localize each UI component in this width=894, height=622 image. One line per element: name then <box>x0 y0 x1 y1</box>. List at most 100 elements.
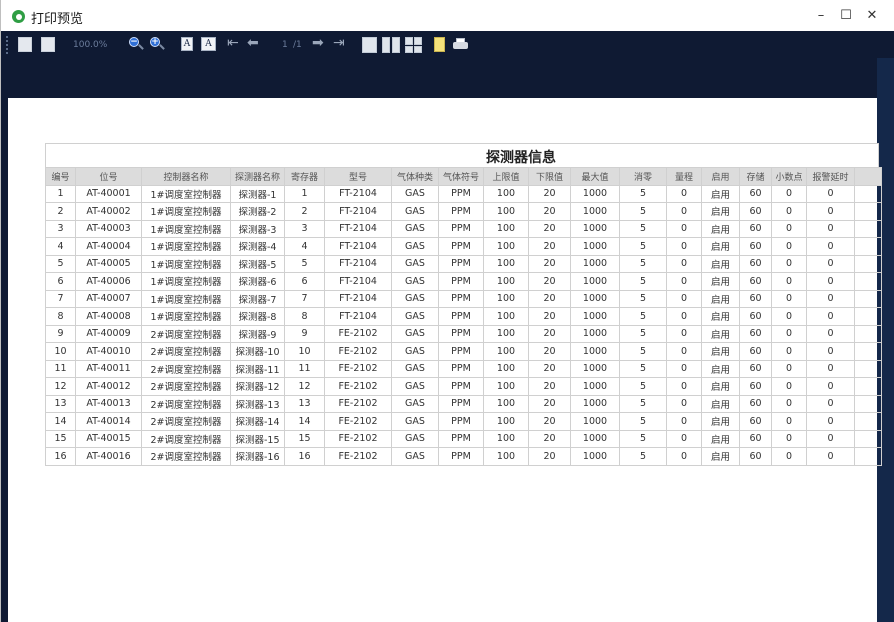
table-cell: PPM <box>438 429 484 448</box>
table-cell: 0 <box>771 237 807 256</box>
zoom-out-icon[interactable]: − <box>129 37 144 51</box>
first-page-icon[interactable]: ⇤ <box>227 35 239 51</box>
table-cell: 0 <box>771 359 807 378</box>
print-icon[interactable] <box>453 38 468 51</box>
single-page-icon[interactable] <box>362 37 377 53</box>
table-cell <box>854 342 882 361</box>
table-cell: GAS <box>391 237 439 256</box>
table-cell: 0 <box>666 447 702 466</box>
table-cell: 0 <box>806 412 855 431</box>
font-background-icon[interactable]: A <box>201 37 216 51</box>
table-cell: PPM <box>438 359 484 378</box>
table-cell: 14 <box>284 412 325 431</box>
next-page-icon[interactable]: ➡ <box>312 35 324 51</box>
table-cell <box>854 254 882 273</box>
table-cell: 0 <box>666 429 702 448</box>
table-cell: 0 <box>806 394 855 413</box>
table-cell: 0 <box>806 219 855 238</box>
table-cell: PPM <box>438 412 484 431</box>
table-cell: 0 <box>806 377 855 396</box>
previous-page-icon[interactable]: ⬅ <box>247 35 259 51</box>
title-bar: 打印预览 – ☐ ✕ <box>1 0 894 31</box>
table-cell: 5 <box>619 237 667 256</box>
table-cell: 5 <box>619 202 667 221</box>
table-cell: 探测器-6 <box>230 272 285 291</box>
table-cell: 5 <box>619 184 667 203</box>
table-cell: GAS <box>391 394 439 413</box>
table-cell: 0 <box>771 202 807 221</box>
table-cell: 0 <box>806 237 855 256</box>
two-pages-icon[interactable] <box>382 37 400 53</box>
table-cell: 启用 <box>701 202 740 221</box>
table-cell: 启用 <box>701 237 740 256</box>
current-page-field[interactable]: 1 <box>282 40 288 55</box>
table-cell: FE-2102 <box>324 377 392 396</box>
column-header: 位号 <box>75 167 142 186</box>
zoom-level-field[interactable]: 100.0% <box>73 40 107 55</box>
table-cell: FE-2102 <box>324 342 392 361</box>
table-cell: 0 <box>771 342 807 361</box>
whole-page-icon[interactable] <box>41 37 55 52</box>
page-width-icon[interactable] <box>18 37 32 52</box>
table-cell: 20 <box>528 202 571 221</box>
table-cell: 100 <box>483 202 529 221</box>
table-row: 4 AT-40004 1#调度室控制器 探测器-4 4 FT-2104 GAS PPM 100 2… <box>45 237 882 256</box>
window-title: 打印预览 <box>31 12 84 27</box>
font-icon[interactable]: A <box>181 37 193 51</box>
table-cell: 启用 <box>701 307 740 326</box>
table-cell: 2#调度室控制器 <box>141 359 231 378</box>
table-cell: 探测器-16 <box>230 447 285 466</box>
table-cell: GAS <box>391 359 439 378</box>
table-cell: 1000 <box>570 289 620 308</box>
table-cell: 5 <box>619 219 667 238</box>
table-cell: GAS <box>391 184 439 203</box>
page-setup-icon[interactable] <box>434 37 445 52</box>
table-cell: AT-40007 <box>75 289 142 308</box>
table-cell: 0 <box>666 412 702 431</box>
close-button[interactable]: ✕ <box>850 0 894 31</box>
table-cell: 启用 <box>701 342 740 361</box>
table-cell: 2#调度室控制器 <box>141 377 231 396</box>
table-cell: 5 <box>619 307 667 326</box>
four-pages-icon[interactable] <box>405 37 422 53</box>
table-cell: FE-2102 <box>324 412 392 431</box>
report-title-row: 探测器信息 <box>45 143 879 167</box>
table-row: 15 AT-40015 2#调度室控制器 探测器-15 15 FE-2102 GAS PPM 1… <box>45 429 882 448</box>
table-cell <box>854 377 882 396</box>
table-cell: PPM <box>438 394 484 413</box>
column-header <box>854 167 882 186</box>
detector-report: 探测器信息 编号 位号 控制器名称 探测器名称 寄存器 型号 气体种类 气体符号 上限值 下限值最… <box>45 143 882 466</box>
table-cell: 100 <box>483 184 529 203</box>
table-cell: 0 <box>666 394 702 413</box>
table-cell: 100 <box>483 289 529 308</box>
table-cell: 0 <box>666 202 702 221</box>
table-cell: 0 <box>806 324 855 343</box>
table-row: 8 AT-40008 1#调度室控制器 探测器-8 8 FT-2104 GAS PPM 100 2… <box>45 307 882 326</box>
table-cell: 1000 <box>570 359 620 378</box>
table-cell: 0 <box>771 447 807 466</box>
last-page-icon[interactable]: ⇥ <box>333 35 345 51</box>
toolbar-grip-handle[interactable] <box>6 36 8 54</box>
table-cell: 0 <box>666 254 702 273</box>
table-cell: FE-2102 <box>324 429 392 448</box>
column-header: 探测器名称 <box>230 167 285 186</box>
table-cell: 探测器-3 <box>230 219 285 238</box>
table-cell: 0 <box>666 237 702 256</box>
table-cell: 3 <box>45 219 76 238</box>
table-cell: 启用 <box>701 289 740 308</box>
table-cell: PPM <box>438 219 484 238</box>
report-title: 探测器信息 <box>486 150 556 166</box>
table-cell: 2#调度室控制器 <box>141 429 231 448</box>
table-cell: 探测器-11 <box>230 359 285 378</box>
table-row: 1 AT-40001 1#调度室控制器 探测器-1 1 FT-2104 GAS PPM 100 2… <box>45 184 882 203</box>
table-cell: 启用 <box>701 219 740 238</box>
table-row: 10 AT-40010 2#调度室控制器 探测器-10 10 FE-2102 GAS PPM 1… <box>45 342 882 361</box>
table-cell: 100 <box>483 324 529 343</box>
table-cell <box>854 219 882 238</box>
table-cell: 20 <box>528 184 571 203</box>
table-cell: AT-40016 <box>75 447 142 466</box>
column-header: 报警延时 <box>806 167 855 186</box>
table-cell <box>854 272 882 291</box>
table-cell: 2#调度室控制器 <box>141 394 231 413</box>
zoom-in-icon[interactable]: + <box>150 37 165 51</box>
